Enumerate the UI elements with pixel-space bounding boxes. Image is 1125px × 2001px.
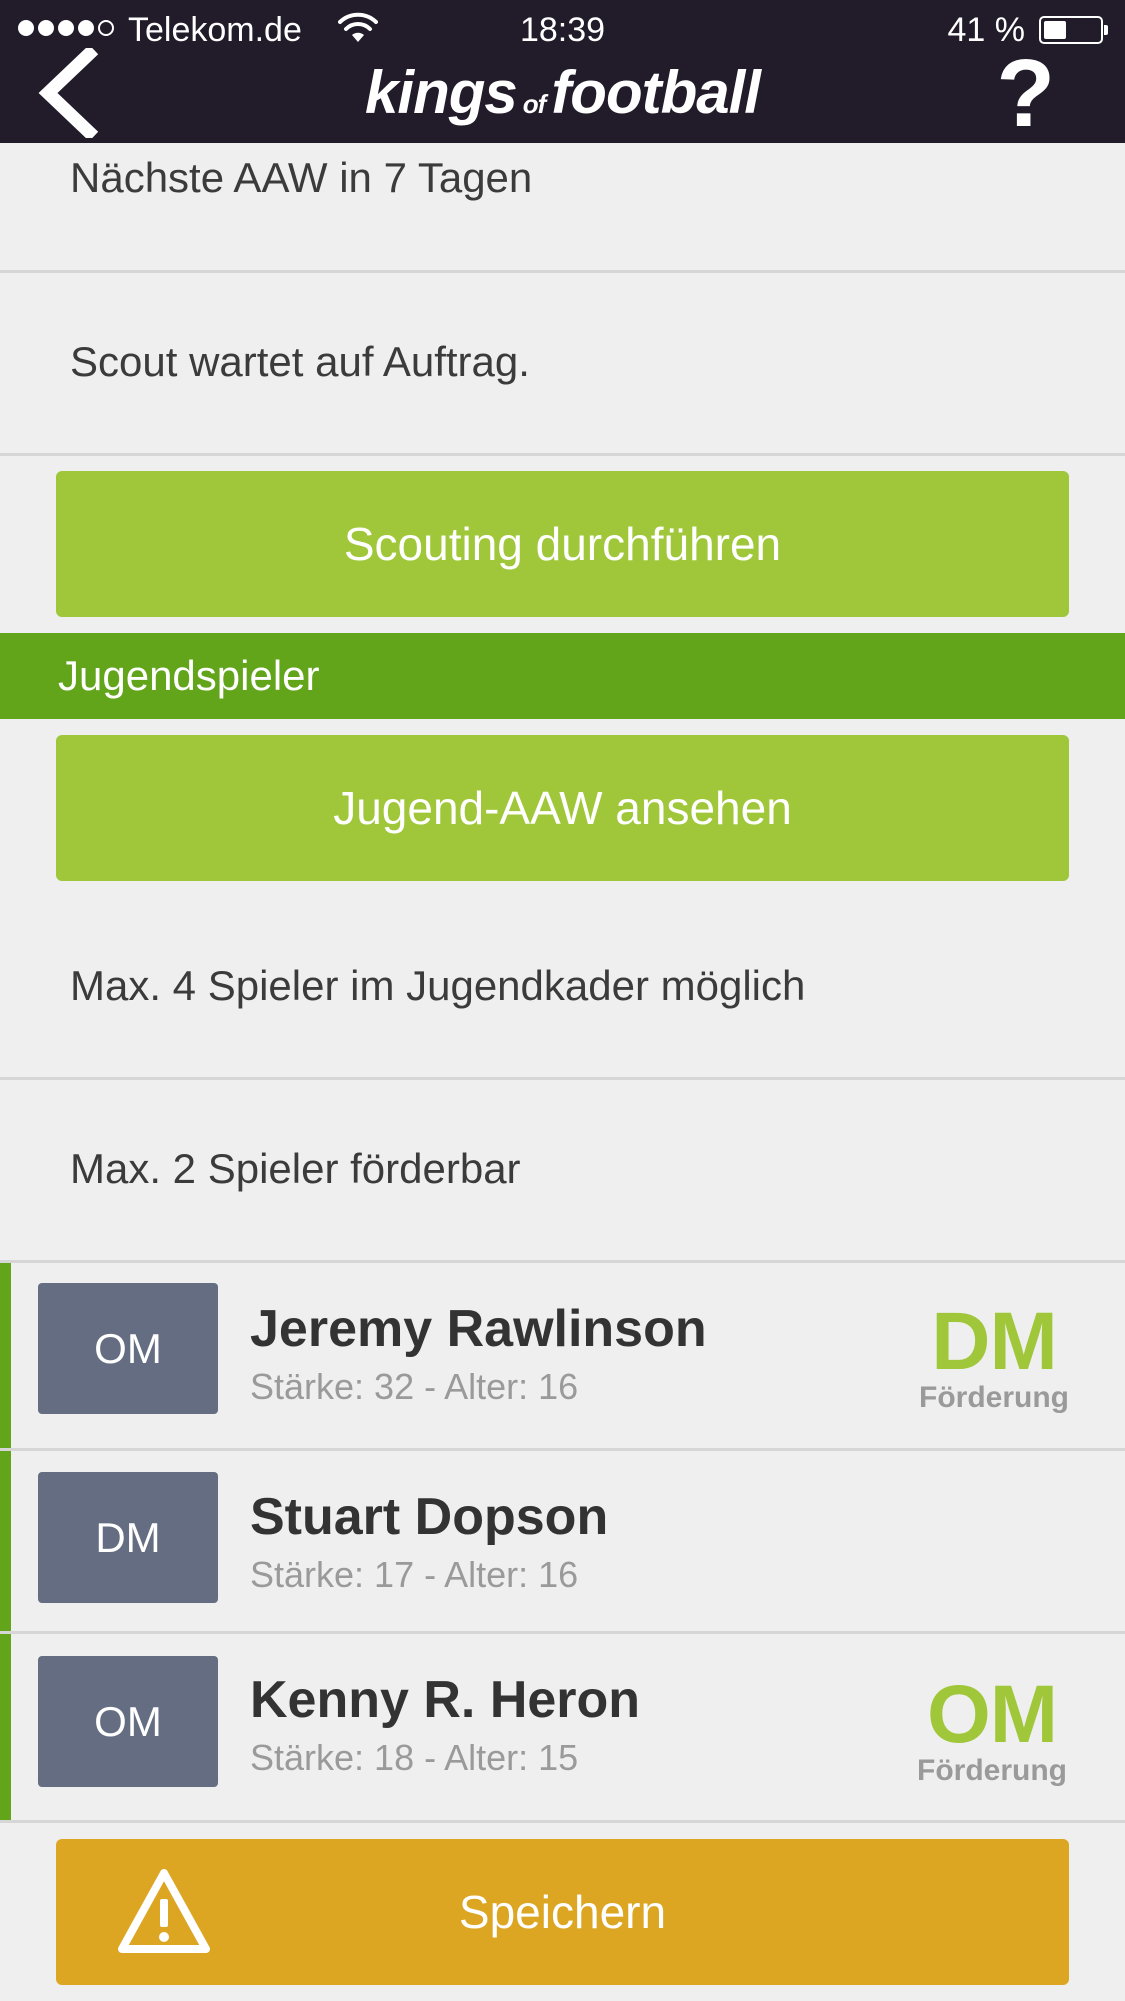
save-button[interactable]: Speichern — [56, 1839, 1069, 1985]
divider — [0, 453, 1125, 456]
player-name: Kenny R. Heron — [250, 1671, 641, 1729]
promotion-label: Förderung — [919, 1381, 1069, 1414]
player-details: Stärke: 17 - Alter: 16 — [250, 1554, 579, 1595]
app-logo: kings of football — [0, 58, 1125, 127]
scouting-button[interactable]: Scouting durchführen — [56, 471, 1069, 617]
player-row[interactable]: DM Stuart Dopson Stärke: 17 - Alter: 16 — [0, 1451, 1125, 1631]
player-row[interactable]: OM Jeremy Rawlinson Stärke: 32 - Alter: … — [0, 1263, 1125, 1448]
youth-aaw-button[interactable]: Jugend-AAW ansehen — [56, 735, 1069, 881]
logo-kings: kings — [365, 59, 518, 126]
divider — [0, 1077, 1125, 1080]
player-details: Stärke: 32 - Alter: 16 — [250, 1366, 579, 1407]
player-accent-bar — [0, 1263, 11, 1448]
promotion-position: OM — [926, 1669, 1058, 1760]
promotion-indicator: OM Förderung — [917, 1674, 1067, 1788]
position-badge: DM — [38, 1472, 218, 1603]
warning-icon — [118, 1869, 210, 1953]
player-name: Stuart Dopson — [250, 1488, 609, 1546]
promotion-indicator: DM Förderung — [919, 1301, 1069, 1415]
player-details: Stärke: 18 - Alter: 15 — [250, 1737, 579, 1778]
position-badge: OM — [38, 1283, 218, 1414]
promotion-position: DM — [931, 1296, 1058, 1387]
top-bar: Telekom.de 18:39 41 % kings of football ? — [0, 0, 1125, 143]
position-badge: OM — [38, 1656, 218, 1787]
promotion-label: Förderung — [917, 1754, 1067, 1787]
next-aaw-text: Nächste AAW in 7 Tagen — [70, 154, 533, 201]
divider — [0, 1820, 1125, 1823]
logo-of: of — [522, 89, 547, 119]
player-name: Jeremy Rawlinson — [250, 1300, 707, 1358]
scout-status-text: Scout wartet auf Auftrag. — [70, 338, 530, 385]
section-header-youth: Jugendspieler — [0, 633, 1125, 719]
help-button[interactable]: ? — [996, 46, 1055, 142]
status-bar: Telekom.de 18:39 41 % — [0, 0, 1125, 60]
player-accent-bar — [0, 1634, 11, 1820]
player-accent-bar — [0, 1451, 11, 1631]
player-row[interactable]: OM Kenny R. Heron Stärke: 18 - Alter: 15… — [0, 1634, 1125, 1820]
max-squad-text: Max. 4 Spieler im Jugendkader möglich — [70, 962, 806, 1009]
max-promotable-text: Max. 2 Spieler förderbar — [70, 1145, 521, 1192]
save-button-label: Speichern — [458, 1886, 667, 1938]
logo-football: football — [551, 59, 761, 126]
divider — [0, 270, 1125, 273]
